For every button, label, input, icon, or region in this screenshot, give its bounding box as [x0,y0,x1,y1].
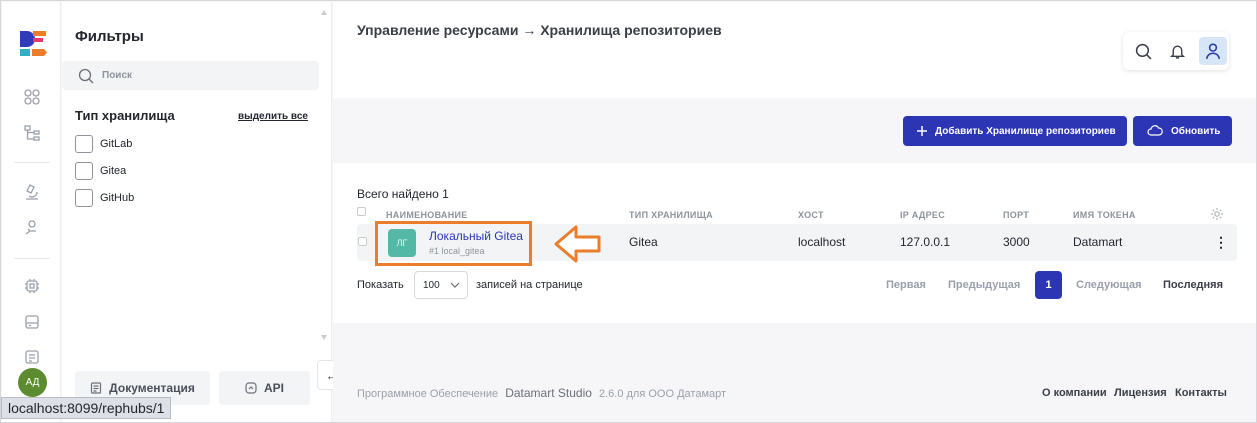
filters-scrollbar[interactable] [321,10,327,340]
user-icon[interactable] [1199,37,1227,65]
column-header-token[interactable]: ИМЯ ТОКЕНА [1073,210,1136,220]
cell-port: 3000 [1003,235,1030,249]
page-size-value: 100 [423,279,440,291]
cell-type: Gitea [629,235,658,249]
checkbox[interactable] [75,135,93,153]
top-bar: Управление ресурсами → Хранилища репозит… [333,2,1256,98]
cell-token: Datamart [1073,235,1123,249]
total-count: Всего найдено 1 [357,187,449,201]
option-label: GitLab [100,138,133,150]
filter-search-input[interactable]: Поиск [62,61,319,90]
footer-link-contacts[interactable]: Контакты [1175,387,1227,399]
plus-icon [917,126,927,136]
scroll-up-icon[interactable] [321,10,327,15]
api-label: API [263,381,284,395]
cloud-refresh-icon [1147,125,1163,136]
storage-icon[interactable] [22,312,42,332]
footer-product: Datamart Studio [505,386,592,400]
document-icon [91,382,102,394]
cell-host: localhost [798,235,846,249]
stethoscope-icon[interactable] [22,218,42,238]
filter-option-gitlab[interactable]: GitLab [75,135,132,153]
row-menu-icon[interactable]: ⋮ [1214,234,1228,251]
rail-divider [14,162,50,163]
pagination: Показать 100 записей на странице Первая … [357,271,1237,301]
last-page-button[interactable]: Последняя [1163,279,1223,291]
breadcrumb: Управление ресурсами → Хранилища репозит… [357,22,722,38]
search-placeholder: Поиск [102,70,133,81]
status-bar-url: localhost:8099/rephubs/1 [1,397,172,419]
documentation-label: Документация [109,381,195,395]
highlight-box [375,221,532,266]
page-size-select[interactable]: 100 [414,271,468,299]
cell-ip: 127.0.0.1 [900,235,951,249]
nav-rail: АД [2,2,61,422]
show-label: Показать [357,279,404,291]
api-icon [245,382,257,394]
checkbox[interactable] [75,162,93,180]
chip-icon[interactable] [22,276,42,296]
option-label: GitHub [100,192,135,204]
user-avatar[interactable]: АД [18,368,47,397]
search-icon [78,68,94,83]
filter-option-github[interactable]: GitHub [75,189,134,207]
column-header-name[interactable]: НАИМЕНОВАНИЕ [386,210,468,220]
first-page-button[interactable]: Первая [886,279,926,291]
column-header-port[interactable]: ПОРТ [1003,210,1029,220]
current-page-button[interactable]: 1 [1035,271,1062,299]
storage-type-heading: Тип хранилища [75,108,175,123]
header-actions [1123,32,1229,70]
filters-panel: Фильтры Поиск Тип хранилища выделить все… [62,2,332,422]
grid-icon[interactable] [22,87,42,107]
column-header-ip[interactable]: IP АДРЕС [900,210,945,220]
gear-icon[interactable] [1210,207,1224,221]
footer-prefix: Программное Обеспечение [357,388,499,400]
api-button[interactable]: API [219,371,310,405]
select-all-checkbox[interactable] [357,207,366,216]
refresh-button[interactable]: Обновить [1133,116,1232,146]
annotation-arrow-icon [554,225,601,263]
select-all-link[interactable]: выделить все [238,111,308,122]
actions-bar: Добавить Хранилище репозиториев Обновить [333,98,1256,163]
column-header-host[interactable]: ХОСТ [798,210,824,220]
next-page-button[interactable]: Следующая [1076,279,1141,291]
refresh-button-label: Обновить [1171,125,1221,137]
row-checkbox[interactable] [358,237,367,246]
filters-title: Фильтры [75,28,144,45]
footer-link-license[interactable]: Лицензия [1114,387,1167,399]
add-repository-storage-button[interactable]: Добавить Хранилище репозиториев [903,116,1127,146]
rail-divider [14,258,50,259]
footer-link-about[interactable]: О компании [1042,387,1107,399]
scroll-down-icon[interactable] [321,335,327,340]
search-icon[interactable] [1133,41,1153,61]
app-window: АД Фильтры Поиск Тип хранилища выделить … [0,0,1257,423]
microscope-icon[interactable] [22,182,42,202]
per-page-label: записей на странице [476,279,583,291]
prev-page-button[interactable]: Предыдущая [948,279,1020,291]
add-button-label: Добавить Хранилище репозиториев [935,125,1116,137]
tree-icon[interactable] [22,123,42,143]
footer-version: 2.6.0 для ООО Датамарт [598,388,727,400]
list-box-icon[interactable] [22,347,42,367]
footer-copyright: Программное Обеспечение Datamart Studio … [357,386,726,400]
option-label: Gitea [100,165,127,177]
checkbox[interactable] [75,189,93,207]
filter-option-gitea[interactable]: Gitea [75,162,126,180]
app-logo[interactable] [18,29,48,59]
footer: Программное Обеспечение Datamart Studio … [333,323,1256,421]
chevron-down-icon [450,282,460,288]
bell-icon[interactable] [1167,41,1187,61]
column-header-type[interactable]: ТИП ХРАНИЛИЩА [629,210,713,220]
